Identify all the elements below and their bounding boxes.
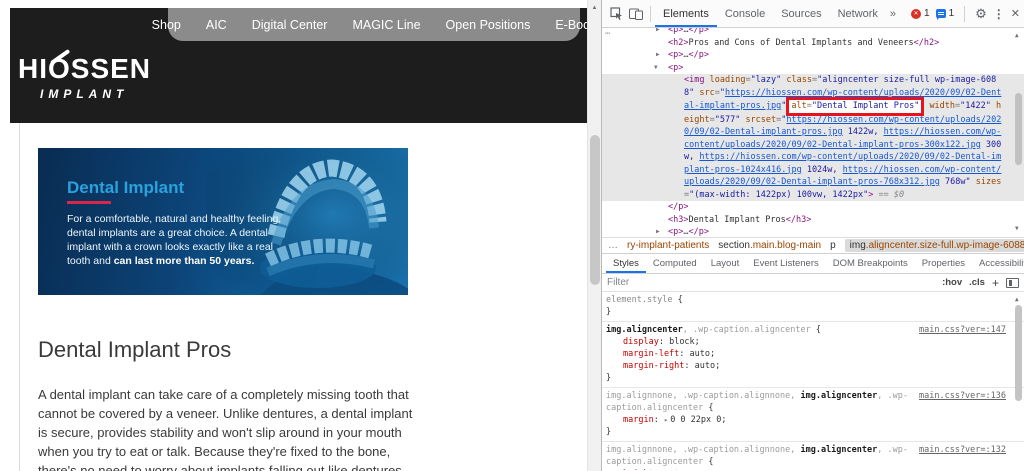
logo-subtitle: IMPLANT bbox=[40, 87, 129, 101]
banner-red-underline bbox=[67, 201, 111, 204]
nav-item-ebook[interactable]: E-Book bbox=[555, 18, 587, 32]
styles-filter-input[interactable] bbox=[607, 277, 936, 288]
stylesheet-link[interactable]: main.css?ver=:147 bbox=[919, 324, 1006, 336]
scroll-up-icon[interactable]: ▲ bbox=[1015, 30, 1019, 43]
nav-item-magic-line[interactable]: MAGIC Line bbox=[352, 18, 420, 32]
styles-pane: element.style { } main.css?ver=:147 img.a… bbox=[602, 292, 1024, 470]
selected-node-marker: == $0 bbox=[878, 189, 905, 200]
style-rule-aligncenter[interactable]: main.css?ver=:147 img.aligncenter, .wp-ca… bbox=[602, 322, 1024, 388]
style-rule-element-style[interactable]: element.style { } bbox=[602, 292, 1024, 322]
devtools-panel: Elements Console Sources Network » ✕ 1 1 … bbox=[601, 0, 1024, 471]
page-scrollbar[interactable]: ▲ bbox=[587, 0, 601, 471]
screen: Shop AIC Digital Center MAGIC Line Open … bbox=[0, 0, 1024, 471]
error-badge[interactable]: ✕ 1 bbox=[911, 8, 930, 19]
tab-layout[interactable]: Layout bbox=[704, 254, 747, 273]
device-toolbar-icon[interactable] bbox=[626, 4, 646, 24]
toggle-class-button[interactable]: .cls bbox=[969, 277, 985, 288]
stylesheet-link[interactable]: main.css?ver=:132 bbox=[919, 444, 1006, 456]
expand-arrow-icon[interactable]: ▶ bbox=[656, 49, 660, 62]
dom-node-p-close[interactable]: </p> bbox=[602, 201, 1024, 214]
tab-sources[interactable]: Sources bbox=[773, 0, 829, 27]
issues-icon bbox=[935, 9, 946, 20]
styles-filter-bar: :hov .cls + bbox=[602, 274, 1024, 292]
close-devtools-icon[interactable]: ✕ bbox=[1011, 7, 1020, 20]
logo-title: HIOSSEN bbox=[18, 53, 152, 84]
scroll-down-icon[interactable]: ▼ bbox=[1015, 223, 1019, 236]
breadcrumb-item[interactable]: ry-implant-patients bbox=[627, 240, 709, 251]
page-left-border bbox=[19, 123, 20, 471]
toggle-hover-state-button[interactable]: :hov bbox=[942, 277, 962, 288]
dom-node-p[interactable]: ▶ <p>…</p> bbox=[602, 49, 1024, 62]
expand-value-arrow-icon[interactable]: ▸ bbox=[664, 416, 668, 424]
dom-node-h3[interactable]: <h3>Dental Implant Pros</h3> bbox=[602, 214, 1024, 227]
site-header: Shop AIC Digital Center MAGIC Line Open … bbox=[10, 8, 587, 123]
breadcrumb-item[interactable]: section.main.blog-main bbox=[718, 240, 821, 251]
banner-body-bold: can last more than 50 years. bbox=[113, 255, 255, 267]
breadcrumb-item-selected[interactable]: img.aligncenter.size-full.wp-image-6088 bbox=[844, 239, 1024, 252]
hiossen-logo[interactable]: HIOSSEN IMPLANT bbox=[18, 49, 168, 101]
error-count: 1 bbox=[924, 8, 930, 19]
dom-node-p[interactable]: ▶ <p>…</p> bbox=[602, 28, 1024, 37]
tab-accessibility[interactable]: Accessibility bbox=[972, 254, 1024, 273]
expand-arrow-icon[interactable]: ▶ bbox=[656, 28, 660, 37]
dom-node-img-selected[interactable]: ⋯<imgloading"lazy"class"aligncenter size… bbox=[602, 29, 1024, 201]
tab-elements[interactable]: Elements bbox=[655, 0, 717, 27]
banner-title: Dental Implant bbox=[67, 178, 185, 197]
tab-network[interactable]: Network bbox=[830, 0, 886, 27]
collapse-arrow-icon[interactable]: ▼ bbox=[654, 62, 658, 75]
dental-implant-banner-image: Dental Implant For a comfortable, natura… bbox=[38, 148, 408, 295]
top-navigation: Shop AIC Digital Center MAGIC Line Open … bbox=[152, 8, 587, 41]
menu-kebab-icon[interactable]: ⋮ bbox=[993, 7, 1005, 21]
toolbar-divider bbox=[650, 5, 651, 22]
expand-arrow-icon[interactable]: ▶ bbox=[656, 226, 660, 237]
tab-dom-breakpoints[interactable]: DOM Breakpoints bbox=[826, 254, 915, 273]
style-rule-height[interactable]: main.css?ver=:132 img.alignnone, .wp-capt… bbox=[602, 442, 1024, 470]
article-paragraph: A dental implant can take care of a comp… bbox=[38, 387, 413, 471]
devtools-toolbar: Elements Console Sources Network » ✕ 1 1 … bbox=[602, 0, 1024, 28]
nav-item-open-positions[interactable]: Open Positions bbox=[446, 18, 531, 32]
alt-attribute-highlight-box: alt"Dental Implant Pros" bbox=[786, 97, 925, 116]
issues-badge[interactable]: 1 bbox=[935, 8, 955, 20]
issue-count: 1 bbox=[948, 8, 955, 19]
tab-styles[interactable]: Styles bbox=[606, 254, 646, 273]
banner-body: For a comfortable, natural and healthy f… bbox=[67, 212, 282, 268]
article-heading: Dental Implant Pros bbox=[38, 337, 232, 362]
tab-console[interactable]: Console bbox=[717, 0, 773, 27]
elements-scrollbar[interactable]: ▲ ▼ bbox=[1012, 28, 1024, 237]
scroll-up-icon[interactable]: ▲ bbox=[588, 0, 601, 11]
breadcrumb-overflow-icon[interactable]: … bbox=[608, 240, 618, 251]
nav-item-aic[interactable]: AIC bbox=[206, 18, 227, 32]
styles-sidebar-tabs: Styles Computed Layout Event Listeners D… bbox=[602, 254, 1024, 274]
page-scrollbar-thumb[interactable] bbox=[590, 135, 600, 285]
more-tabs-icon[interactable]: » bbox=[886, 8, 900, 20]
devtools-tabs: Elements Console Sources Network » bbox=[655, 0, 900, 27]
error-icon: ✕ bbox=[911, 8, 921, 19]
nav-item-digital-center[interactable]: Digital Center bbox=[252, 18, 328, 32]
tab-properties[interactable]: Properties bbox=[915, 254, 972, 273]
dom-node-h2[interactable]: <h2>Pros and Cons of Dental Implants and… bbox=[602, 37, 1024, 50]
styles-scrollbar[interactable]: ▲ bbox=[1012, 292, 1024, 470]
browser-page: Shop AIC Digital Center MAGIC Line Open … bbox=[0, 0, 587, 471]
elements-tree: ▶ <p>…</p> <h2>Pros and Cons of Dental Im… bbox=[602, 28, 1024, 237]
breadcrumb-item[interactable]: p bbox=[830, 240, 836, 251]
style-rule-margin[interactable]: main.css?ver=:136 img.alignnone, .wp-capt… bbox=[602, 388, 1024, 442]
tab-event-listeners[interactable]: Event Listeners bbox=[746, 254, 825, 273]
settings-gear-icon[interactable]: ⚙ bbox=[975, 6, 987, 22]
toolbar-divider bbox=[964, 5, 966, 22]
dom-node-p-expanded[interactable]: ▼ <p> bbox=[602, 62, 1024, 75]
sidebar-layout-toggle-icon[interactable] bbox=[1006, 277, 1019, 288]
new-style-rule-button[interactable]: + bbox=[992, 277, 999, 289]
breadcrumb: … ry-implant-patients section.main.blog-… bbox=[602, 237, 1024, 254]
devtools-toolbar-right: ✕ 1 1 ⚙ ⋮ ✕ bbox=[911, 5, 1020, 22]
nav-item-shop[interactable]: Shop bbox=[152, 18, 181, 32]
dom-node-p[interactable]: ▶ <p>…</p> bbox=[602, 226, 1024, 237]
more-actions-icon[interactable]: ⋯ bbox=[605, 28, 611, 41]
elements-scrollbar-thumb[interactable] bbox=[1015, 93, 1022, 165]
stylesheet-link[interactable]: main.css?ver=:136 bbox=[919, 390, 1006, 402]
inspect-element-icon[interactable] bbox=[606, 4, 626, 24]
styles-scrollbar-thumb[interactable] bbox=[1015, 305, 1022, 401]
tab-computed[interactable]: Computed bbox=[646, 254, 704, 273]
